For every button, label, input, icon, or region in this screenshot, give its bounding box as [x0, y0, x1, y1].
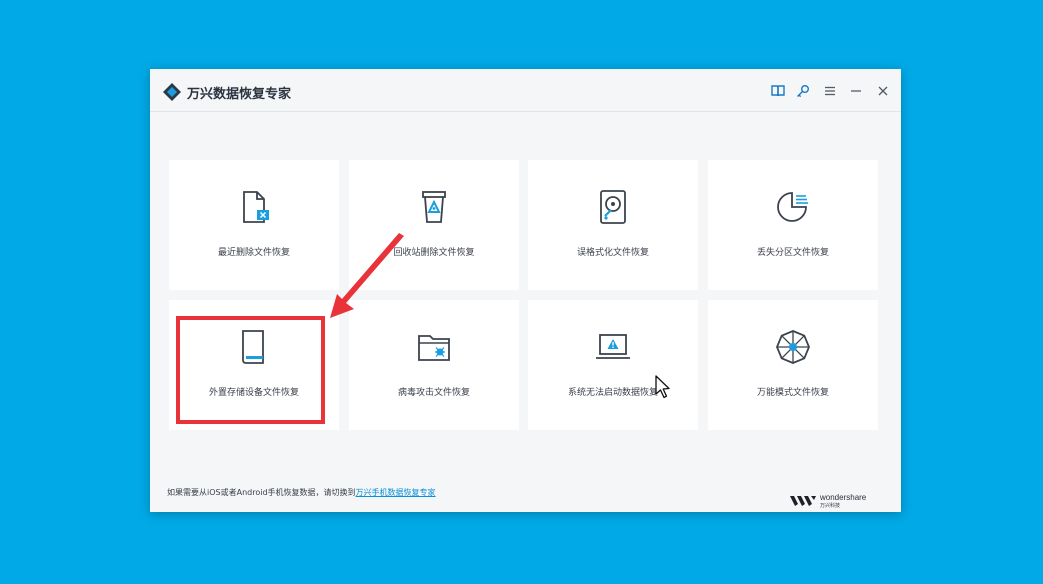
deleted-file-icon	[243, 191, 269, 223]
tile-label: 病毒攻击文件恢复	[397, 388, 470, 398]
tile-system-crash[interactable]: 系统无法启动数据恢复	[528, 300, 698, 430]
title-bar: 万兴数据恢复专家	[150, 69, 901, 112]
close-icon	[878, 86, 888, 96]
system-crash-icon	[596, 334, 630, 359]
tile-recent-deleted[interactable]: 最近删除文件恢复	[169, 160, 339, 290]
app-title: 万兴数据恢复专家	[187, 87, 292, 102]
register-button[interactable]	[795, 83, 811, 99]
switch-app-link[interactable]: 万兴手机数据恢复专家	[356, 488, 436, 497]
close-button[interactable]	[875, 83, 891, 99]
key-icon	[797, 85, 809, 98]
app-window: 万兴数据恢复专家 最近删除文件恢复 回收站删除文件恢复 误格式化文件恢复 丢失分…	[150, 69, 901, 512]
tile-label: 丢失分区文件恢复	[756, 248, 829, 258]
partition-icon	[777, 192, 808, 222]
footer-note: 如果需要从iOS或者Android手机恢复数据，请切换到万兴手机数据恢复专家	[167, 487, 436, 498]
hard-drive-icon	[600, 190, 626, 224]
footer-text: 如果需要从iOS或者Android手机恢复数据，请切换到	[167, 488, 356, 497]
tile-label: 万能模式文件恢复	[756, 388, 829, 398]
tile-formatted[interactable]: 误格式化文件恢复	[528, 160, 698, 290]
minimize-button[interactable]	[848, 83, 864, 99]
tile-all-around[interactable]: 万能模式文件恢复	[708, 300, 878, 430]
menu-icon	[825, 86, 835, 96]
tile-label: 外置存储设备文件恢复	[208, 388, 299, 398]
tile-recycle-bin[interactable]: 回收站删除文件恢复	[349, 160, 519, 290]
tile-label: 回收站删除文件恢复	[393, 248, 475, 258]
tile-label: 系统无法启动数据恢复	[567, 388, 658, 398]
app-logo-icon	[163, 83, 181, 101]
help-button[interactable]	[770, 83, 786, 99]
tile-external-storage[interactable]: 外置存储设备文件恢复	[169, 300, 339, 430]
tile-label: 误格式化文件恢复	[576, 248, 649, 258]
recycle-bin-icon	[422, 191, 446, 223]
external-drive-icon	[242, 330, 264, 364]
tile-virus-attack[interactable]: 病毒攻击文件恢复	[349, 300, 519, 430]
menu-button[interactable]	[822, 83, 838, 99]
tile-lost-partition[interactable]: 丢失分区文件恢复	[708, 160, 878, 290]
brand-sub: 万兴科技	[820, 503, 841, 509]
book-icon	[771, 85, 785, 97]
tile-label: 最近删除文件恢复	[217, 248, 290, 258]
brand-name: wondershare	[820, 493, 867, 502]
wondershare-logo-icon	[790, 496, 816, 506]
all-around-icon	[776, 330, 810, 364]
virus-folder-icon	[418, 335, 450, 361]
minimize-icon	[851, 90, 861, 92]
